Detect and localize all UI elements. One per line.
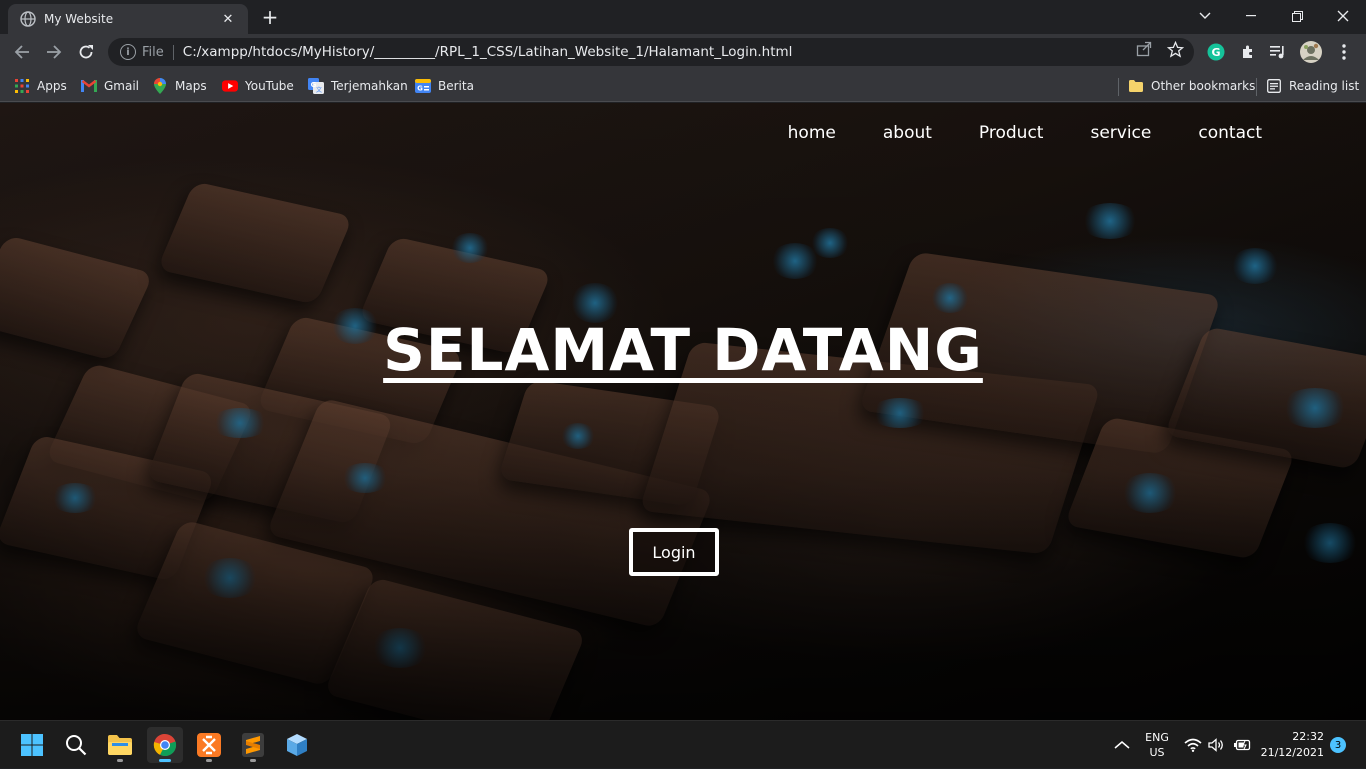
language-indicator[interactable]: ENG US — [1142, 721, 1172, 769]
bookmark-berita[interactable]: G Berita — [415, 76, 474, 96]
translate-icon: G文 — [308, 78, 324, 94]
lang-region: US — [1149, 746, 1165, 759]
other-bookmarks-label: Other bookmarks — [1151, 79, 1256, 93]
bookmark-apps[interactable]: Apps — [14, 76, 67, 96]
restore-button[interactable] — [1274, 0, 1320, 32]
minimize-button[interactable] — [1228, 0, 1274, 32]
sublime-text-icon[interactable] — [235, 727, 271, 763]
web-page: home about Product service contact SELAM… — [0, 103, 1366, 720]
bookmark-label: Maps — [175, 79, 207, 93]
nav-link-product[interactable]: Product — [979, 123, 1044, 143]
reading-list-icon — [1266, 78, 1282, 94]
lang-code: ENG — [1145, 731, 1169, 744]
svg-text:G: G — [417, 85, 423, 93]
maps-pin-icon — [152, 78, 168, 94]
bookmark-label: Berita — [438, 79, 474, 93]
tab-title: My Website — [44, 12, 114, 26]
profile-avatar[interactable] — [1299, 40, 1323, 64]
bookmark-maps[interactable]: Maps — [152, 76, 207, 96]
file-explorer-icon[interactable] — [102, 727, 138, 763]
3d-viewer-icon[interactable] — [279, 727, 315, 763]
new-tab-button[interactable]: + — [258, 6, 282, 30]
bookmark-gmail[interactable]: Gmail — [81, 76, 139, 96]
gmail-icon — [81, 78, 97, 94]
bookmark-star-icon[interactable] — [1166, 40, 1184, 58]
volume-icon[interactable] — [1208, 721, 1226, 769]
media-control-icon[interactable] — [1266, 40, 1290, 64]
grammarly-icon[interactable]: G — [1204, 40, 1228, 64]
battery-icon[interactable] — [1234, 721, 1252, 769]
clock-date: 21/12/2021 — [1260, 746, 1324, 759]
browser-tab[interactable]: My Website ✕ — [8, 4, 248, 34]
search-icon[interactable] — [58, 727, 94, 763]
bookmarks-divider — [1256, 78, 1257, 96]
running-indicator — [117, 759, 123, 762]
bookmarks-bar: Apps Gmail Maps YouTube G文 Terjemahkan G… — [0, 70, 1366, 102]
scheme-label: File — [142, 44, 174, 60]
news-icon: G — [415, 78, 431, 94]
bookmarks-divider — [1118, 78, 1119, 96]
notification-badge[interactable]: 3 — [1330, 737, 1346, 753]
extensions-icon[interactable] — [1236, 40, 1260, 64]
system-clock[interactable]: 22:32 21/12/2021 — [1260, 721, 1324, 769]
login-button[interactable]: Login — [629, 528, 719, 576]
bookmark-label: Gmail — [104, 79, 140, 93]
browser-toolbar: i File C:/xampp/htdocs/MyHistory/_______… — [0, 34, 1366, 70]
address-bar[interactable]: i File C:/xampp/htdocs/MyHistory/_______… — [108, 38, 1194, 66]
folder-icon — [1128, 78, 1144, 94]
reading-list-label: Reading list — [1289, 79, 1360, 93]
active-indicator — [159, 759, 171, 762]
xampp-icon[interactable] — [191, 727, 227, 763]
reload-button[interactable] — [72, 38, 100, 66]
share-icon[interactable] — [1135, 40, 1153, 58]
close-window-button[interactable] — [1320, 0, 1366, 32]
nav-link-contact[interactable]: contact — [1198, 123, 1262, 143]
wifi-icon[interactable] — [1184, 721, 1202, 769]
bookmark-terjemahkan[interactable]: G文 Terjemahkan — [308, 76, 408, 96]
back-button[interactable] — [8, 38, 36, 66]
chrome-taskbar-icon[interactable] — [147, 727, 183, 763]
tab-strip: My Website ✕ + — [0, 0, 1366, 34]
site-info-icon[interactable]: i — [120, 44, 136, 60]
bookmark-label: Terjemahkan — [331, 79, 408, 93]
globe-icon — [20, 11, 36, 27]
nav-link-home[interactable]: home — [788, 123, 836, 143]
svg-text:G: G — [1211, 46, 1220, 59]
tab-search-icon[interactable] — [1182, 0, 1228, 32]
nav-link-about[interactable]: about — [883, 123, 932, 143]
bookmark-youtube[interactable]: YouTube — [222, 76, 294, 96]
other-bookmarks[interactable]: Other bookmarks — [1128, 76, 1255, 96]
site-navigation: home about Product service contact — [788, 123, 1262, 143]
windows-taskbar: ENG US 22:32 21/12/2021 3 — [0, 720, 1366, 768]
url-text[interactable]: C:/xampp/htdocs/MyHistory/_________/RPL_… — [183, 44, 793, 60]
chrome-menu-icon[interactable] — [1332, 40, 1356, 64]
apps-grid-icon — [14, 78, 30, 94]
reading-list[interactable]: Reading list — [1266, 76, 1359, 96]
clock-time: 22:32 — [1292, 730, 1324, 743]
running-indicator — [250, 759, 256, 762]
bookmark-label: Apps — [37, 79, 67, 93]
forward-button[interactable] — [40, 38, 68, 66]
close-tab-icon[interactable]: ✕ — [218, 12, 238, 27]
hero-title-text: SELAMAT DATANG — [383, 316, 983, 384]
start-button[interactable] — [14, 727, 50, 763]
bookmark-label: YouTube — [245, 79, 294, 93]
youtube-icon — [222, 78, 238, 94]
running-indicator — [206, 759, 212, 762]
show-hidden-icons[interactable] — [1112, 721, 1132, 769]
svg-text:文: 文 — [316, 86, 322, 94]
hero-heading: SELAMAT DATANG — [0, 316, 1366, 384]
nav-link-service[interactable]: service — [1090, 123, 1151, 143]
